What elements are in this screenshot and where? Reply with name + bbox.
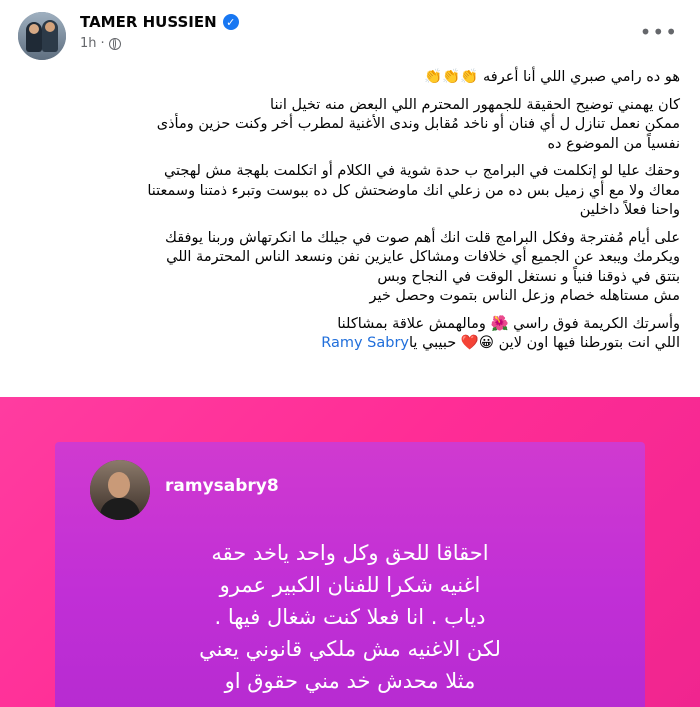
mention-link[interactable]: Ramy Sabry [321,335,409,351]
text-line: وحقك عليا لو إتكلمت في البرامج ب حدة شوي… [163,163,680,179]
text-line: اللي انت بتورطنا فيها اون لاين 😀❤️ حبيبي… [14,334,680,354]
story-line: دياب . انا فعلا كنت شغال فيها . [214,605,486,629]
text-line: ممكن نعمل تنازل ل أي فنان أو ناخد مُقابل… [156,116,680,132]
public-globe-icon[interactable] [108,37,121,50]
story-username: ramysabry8 [165,476,279,496]
text-line: واحنا فعلاً داخلين [579,202,680,218]
paragraph: كان يهمني توضيح الحقيقة للجمهور المحترم … [14,96,680,155]
paragraph: هو ده رامي صبري اللي أنا أعرفه 👏👏👏 [14,68,680,88]
post-text: هو ده رامي صبري اللي أنا أعرفه 👏👏👏 كان ي… [14,68,680,354]
story-line: لكن الاغنيه مش ملكي قانوني يعني [199,637,501,661]
facebook-post: TAMER HUSSIEN ✓ 1h · ••• هو ده رامي صبري… [0,0,700,707]
post-time[interactable]: 1h [80,36,97,51]
text-line: وأسرتك الكريمة فوق راسي 🌺 ومالهمش علاقة … [337,315,680,332]
story-text: احقاقا للحق وكل واحد ياخد حقه اغنيه شكرا… [115,537,585,697]
story-avatar [90,460,150,520]
text-line: كان يهمني توضيح الحقيقة للجمهور المحترم … [270,96,680,113]
story-line: احقاقا للحق وكل واحد ياخد حقه [211,541,489,565]
author-name[interactable]: TAMER HUSSIEN [80,13,217,31]
text-line: على أيام مُفترجة وفكل البرامج قلت انك أه… [165,229,680,246]
post-image[interactable]: ramysabry8 احقاقا للحق وكل واحد ياخد حقه… [0,397,700,707]
author-row: TAMER HUSSIEN ✓ [80,13,239,31]
text-line: معاك ولا مع أي زميل بس ده من زعلي انك ما… [147,182,680,199]
text-line: مش مستاهله خصام وزعل الناس بتموت وحصل خي… [369,288,680,304]
story-line: مثلا محدش خد مني حقوق او [224,669,476,693]
text-line: نفسياً من الموضوع ده [547,135,680,152]
text-line: ويكرمك ويبعد عن الجميع أي خلافات ومشاكل … [166,249,680,265]
more-options-icon[interactable]: ••• [640,20,678,44]
paragraph: وحقك عليا لو إتكلمت في البرامج ب حدة شوي… [14,162,680,221]
text-segment: اللي انت بتورطنا فيها اون لاين 😀❤️ حبيبي… [409,335,680,351]
paragraph: وأسرتك الكريمة فوق راسي 🌺 ومالهمش علاقة … [14,315,680,354]
post-header: TAMER HUSSIEN ✓ 1h · ••• [18,12,682,60]
text-line: هو ده رامي صبري اللي أنا أعرفه 👏👏👏 [424,69,680,85]
text-line: بتتق في ذوقنا فنياً و نستغل الوقت في الن… [377,268,680,285]
post-meta: 1h · [80,36,121,51]
author-avatar[interactable] [18,12,66,60]
story-screenshot: ramysabry8 احقاقا للحق وكل واحد ياخد حقه… [55,442,645,707]
story-line: اغنيه شكرا للفنان الكبير عمرو [219,573,481,597]
paragraph: على أيام مُفترجة وفكل البرامج قلت انك أه… [14,229,680,307]
verified-badge-icon: ✓ [222,14,239,30]
